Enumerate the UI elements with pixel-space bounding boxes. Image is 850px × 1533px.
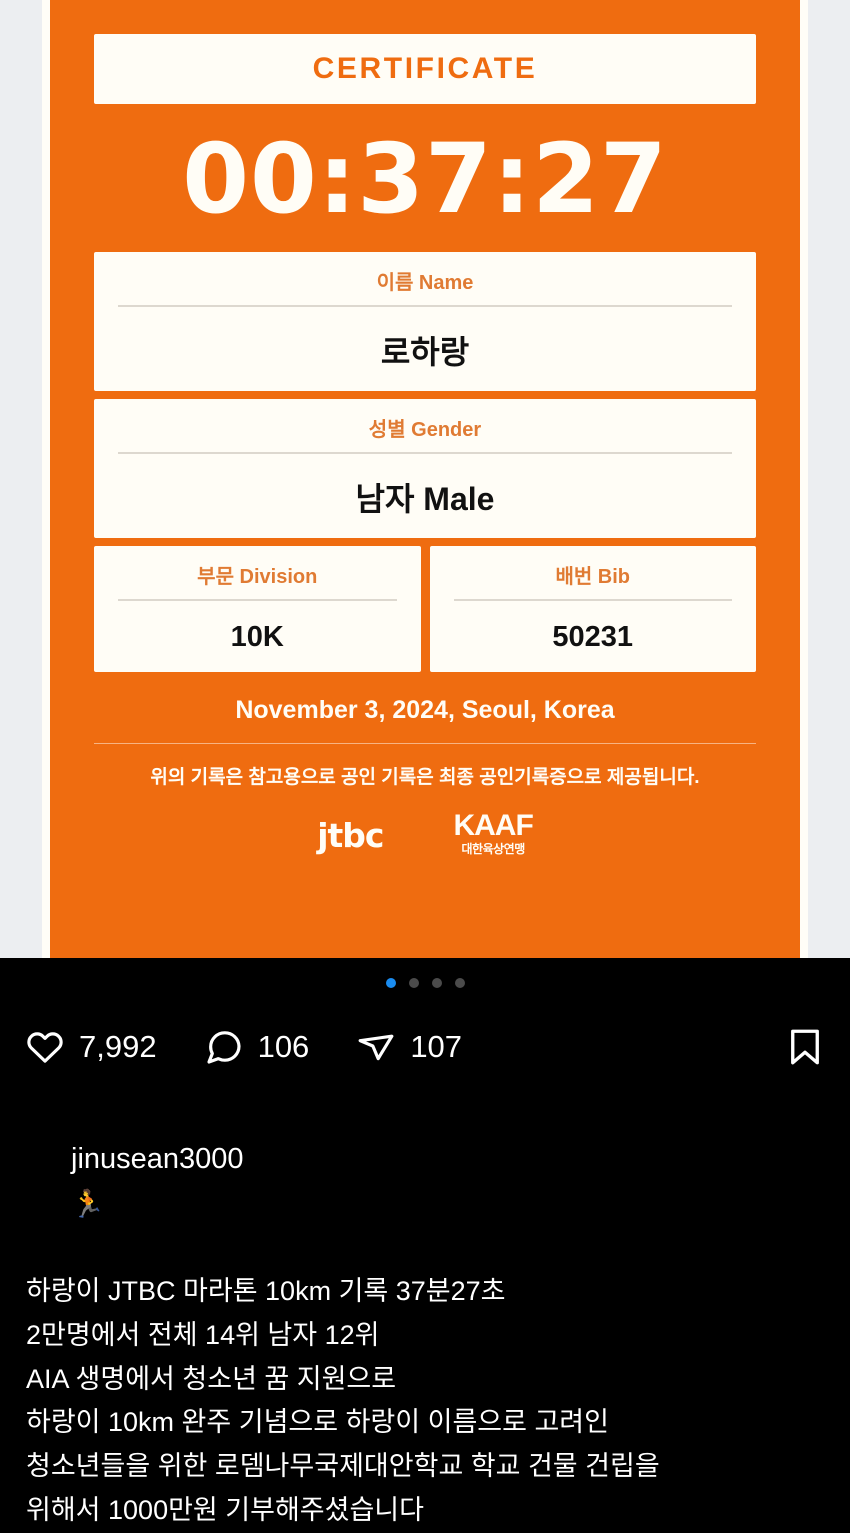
field-bib-value: 50231 <box>552 620 634 653</box>
finish-time: 00:37:27 <box>182 123 668 235</box>
post-media-carousel[interactable]: CERTIFICATE 00:37:27 이름 Name 로하랑 성별 Gend… <box>0 0 850 958</box>
caption-line: 2만명에서 전체 14위 남자 12위 <box>26 1319 380 1350</box>
media-frame: CERTIFICATE 00:37:27 이름 Name 로하랑 성별 Gend… <box>42 0 808 958</box>
caption-line: AIA 생명에서 청소년 꿈 지원으로 <box>26 1363 397 1394</box>
share-action[interactable]: 107 <box>355 1027 462 1067</box>
marathon-certificate: CERTIFICATE 00:37:27 이름 Name 로하랑 성별 Gend… <box>50 0 800 958</box>
instagram-post-screen: CERTIFICATE 00:37:27 이름 Name 로하랑 성별 Gend… <box>0 0 850 1525</box>
like-action[interactable]: 7,992 <box>24 1027 157 1067</box>
kaaf-logo: KAAF 대한육상연맹 <box>453 808 533 856</box>
post-caption: jinusean3000 🏃 하랑이 JTBC 마라톤 10km 기록 37분2… <box>0 1086 850 1533</box>
carousel-dot-3[interactable] <box>431 978 442 988</box>
certificate-disclaimer: 위의 기록은 참고용으로 공인 기록은 최종 공인기록증으로 제공됩니다. <box>150 766 700 788</box>
post-action-bar: 7,992 106 107 <box>0 1008 850 1086</box>
kaaf-logo-abbr: KAAF <box>453 808 533 842</box>
send-icon[interactable] <box>355 1027 397 1067</box>
field-bib-label: 배번 Bib <box>555 565 631 588</box>
certificate-logos: jtbc KAAF 대한육상연맹 <box>94 808 756 856</box>
certificate-date-location: November 3, 2024, Seoul, Korea <box>235 695 615 724</box>
field-gender: 성별 Gender 남자 Male <box>94 398 756 538</box>
carousel-dot-1[interactable] <box>385 978 396 988</box>
kaaf-logo-korean: 대한육상연맹 <box>461 841 526 856</box>
field-row: 부문 Division 10K 배번 Bib 50231 <box>94 545 756 672</box>
share-count: 107 <box>410 1029 463 1064</box>
field-name: 이름 Name 로하랑 <box>94 251 756 391</box>
bookmark-icon[interactable] <box>784 1025 826 1069</box>
field-division-value: 10K <box>230 620 284 653</box>
caption-line: 청소년들을 위한 로뎀나무국제대안학교 학교 건물 건립을 <box>26 1451 660 1482</box>
field-name-value: 로하랑 <box>380 333 470 370</box>
field-gender-label: 성별 Gender <box>368 418 482 441</box>
field-division: 부문 Division 10K <box>94 545 421 672</box>
carousel-dot-2[interactable] <box>408 978 419 988</box>
comment-icon[interactable] <box>203 1027 245 1067</box>
caption-line: 하랑이 10km 완주 기념으로 하랑이 이름으로 고려인 <box>26 1407 609 1438</box>
certificate-title: CERTIFICATE <box>312 52 538 85</box>
caption-username-line: jinusean3000 🏃 <box>26 1092 824 1270</box>
certificate-divider <box>94 742 756 744</box>
caption-line: 하랑이 JTBC 마라톤 10km 기록 37분27초 <box>26 1276 506 1307</box>
field-division-label: 부문 Division <box>197 565 318 588</box>
carousel-dots <box>0 958 850 1008</box>
field-gender-value: 남자 Male <box>355 480 495 517</box>
field-bib: 배번 Bib 50231 <box>429 545 756 672</box>
heart-icon[interactable] <box>24 1027 66 1067</box>
username[interactable]: jinusean3000 <box>71 1143 244 1175</box>
certificate-fields: 이름 Name 로하랑 성별 Gender 남자 Male 부문 Divisio… <box>94 251 756 672</box>
carousel-dot-4[interactable] <box>454 978 465 988</box>
runner-emoji: 🏃 <box>71 1188 105 1219</box>
like-count: 7,992 <box>79 1029 157 1064</box>
comment-count: 106 <box>257 1029 310 1064</box>
certificate-title-box: CERTIFICATE <box>94 34 756 104</box>
comment-action[interactable]: 106 <box>203 1027 310 1067</box>
jtbc-logo: jtbc <box>317 815 384 855</box>
field-name-label: 이름 Name <box>376 271 474 294</box>
caption-line: 위해서 1000만원 기부해주셨습니다 <box>26 1494 424 1525</box>
